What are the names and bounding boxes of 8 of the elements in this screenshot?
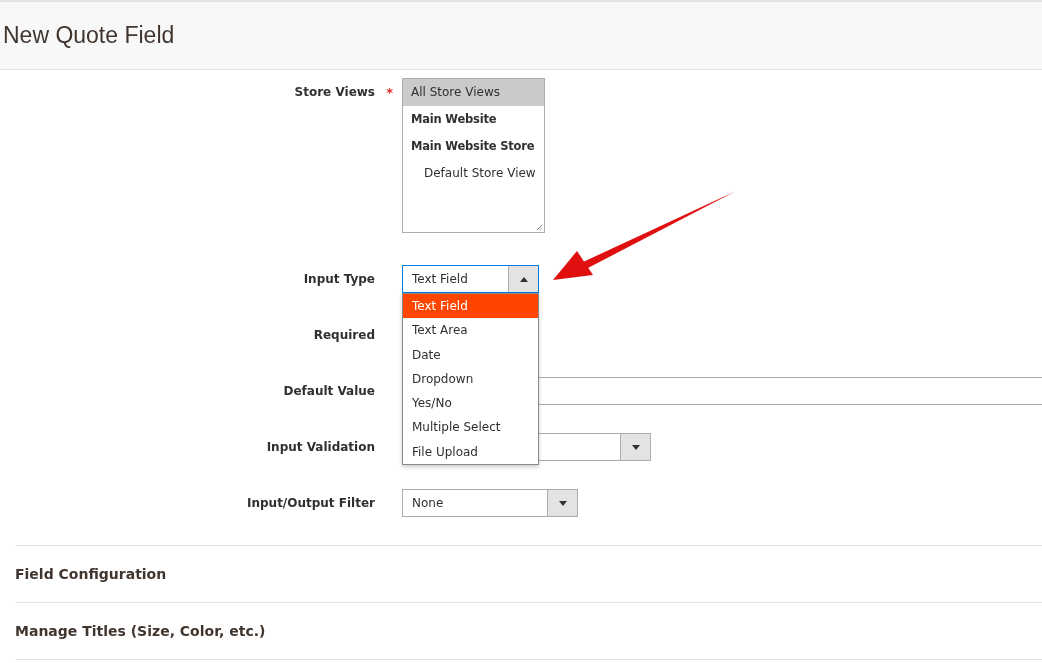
field-label: Store Views	[294, 85, 375, 99]
field-label: Default Value	[283, 384, 375, 398]
field-label: Input Type	[303, 272, 375, 286]
field-label: Input/Output Filter	[247, 496, 375, 510]
field-label: Input Validation	[266, 440, 375, 454]
field-label: Required	[313, 328, 375, 342]
required-mark: *	[386, 85, 393, 100]
page-title: New Quote Field	[3, 22, 175, 49]
